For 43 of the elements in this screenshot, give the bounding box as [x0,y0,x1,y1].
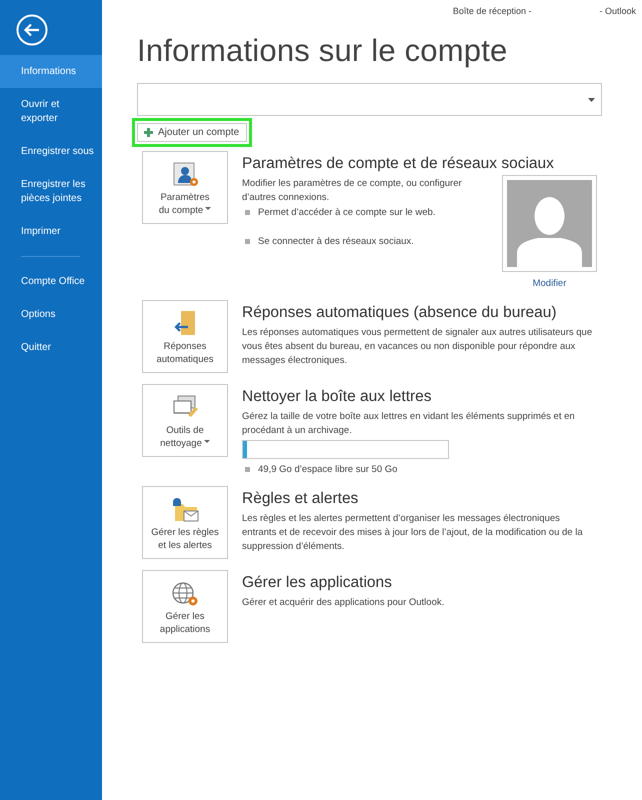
globe-gear-icon [171,580,199,607]
section-heading: Nettoyer la boîte aux lettres [242,388,433,406]
add-account-button[interactable]: Ajouter un compte [137,123,248,142]
section-heading: Règles et alertes [242,490,360,508]
dropdown-arrow-icon [588,98,595,102]
sidebar-item[interactable]: Informations [0,55,102,88]
section-tile-button[interactable]: Outils de nettoyage [142,384,228,457]
section-heading: Paramètres de compte et de réseaux sociaux [242,155,555,173]
storage-note: 49,9 Go d’espace libre sur 50 Go [258,464,398,475]
sidebar-item[interactable]: Compte Office [0,265,102,298]
section-description: Les réponses automatiques vous permettent de signaler aux autres utilisateurs que vous êtes absent du bureau, en vacances ou non disponible pour répondre aux messages électroniques. [242,326,594,368]
account-dropdown[interactable] [137,83,602,116]
section-description: Gérez la taille de votre boîte aux lettres en vidant les éléments supprimés et en procédant à un archivage. [242,410,576,438]
caret-icon [204,440,210,444]
section-tile-button[interactable]: Paramètres du compte [142,151,228,224]
sidebar-item[interactable]: Enregistrer sous [0,135,102,168]
section-tile-button[interactable]: Gérer les règles et les alertes [142,486,228,559]
bell-folder-icon [171,496,199,523]
change-photo-link[interactable]: Modifier [532,278,566,289]
bullet-text: Permet d’accéder à ce compte sur le web. [258,207,436,218]
person-gear-icon [171,161,199,188]
section-heading: Gérer les applications [242,574,393,592]
bullet-text: Se connecter à des réseaux sociaux. [258,236,414,247]
bullet-icon [245,239,250,244]
window-title: - Outlook [599,6,636,16]
section-tile-button[interactable]: Gérer les applications [142,570,228,643]
sidebar-item[interactable]: Quitter [0,331,102,364]
page-title: Informations sur le compte [137,33,508,69]
section-description: Modifier les paramètres de ce compte, ou configurer d’autres connexions. [242,177,463,205]
window-title: Boîte de réception - [452,6,532,16]
sidebar-item[interactable]: Enregistrer les pièces jointes [0,168,102,215]
back-icon [16,14,48,46]
plus-icon [144,128,153,137]
section-tile-button[interactable]: Réponses automatiques [142,300,228,373]
bullet-icon [245,467,250,472]
section-heading: Réponses automatiques (absence du bureau) [242,304,558,322]
section-description: Les règles et les alertes permettent d’organiser les messages électroniques entrants et de recevoir des mises à jour lors de l’ajout, de la modification ou de la suppression d’éléments. [242,512,584,554]
caret-icon [205,207,212,210]
sidebar-item[interactable]: Ouvrir et exporter [0,88,102,135]
sidebar-item[interactable]: Imprimer [0,215,102,248]
sidebar-item[interactable]: Options [0,298,102,331]
bullet-icon [245,210,250,215]
section-description: Gérer et acquérir des applications pour Outlook. [242,596,446,610]
